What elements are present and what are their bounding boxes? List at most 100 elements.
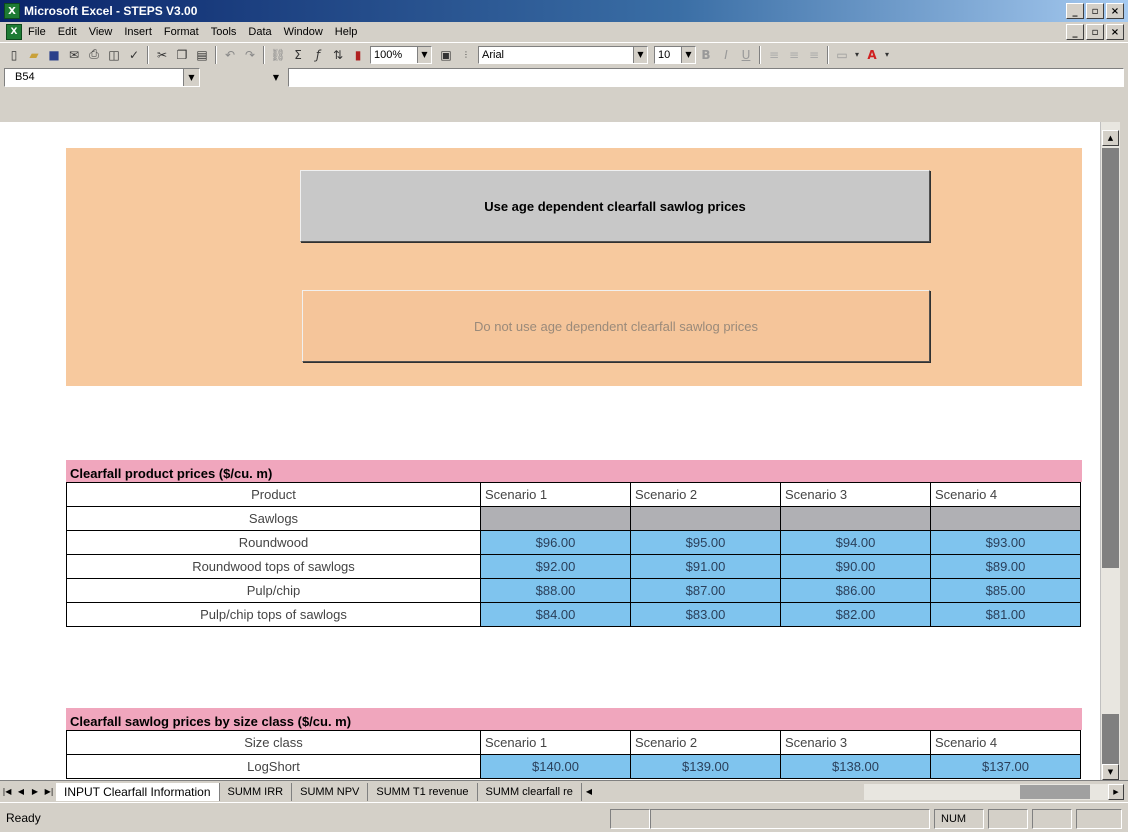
column-header[interactable]: Scenario 4: [930, 730, 1081, 755]
column-header[interactable]: Size class: [66, 730, 481, 755]
column-header[interactable]: Scenario 1: [480, 482, 631, 507]
font-color-icon[interactable]: A: [862, 45, 882, 65]
scroll-right-icon[interactable]: ▶: [1108, 784, 1124, 800]
mail-icon[interactable]: ✉: [64, 45, 84, 65]
menu-data[interactable]: Data: [242, 26, 277, 38]
copy-icon[interactable]: ❐: [172, 45, 192, 65]
zoom-select[interactable]: 100% ▼: [370, 45, 432, 64]
menu-edit[interactable]: Edit: [52, 26, 83, 38]
chevron-down-icon[interactable]: ▼: [268, 68, 284, 87]
help-icon[interactable]: ▣: [436, 45, 456, 65]
scroll-down-icon[interactable]: ▼: [1102, 764, 1119, 780]
price-cell[interactable]: $92.00: [480, 554, 631, 579]
font-size-select[interactable]: 10 ▼: [654, 45, 696, 64]
next-sheet-icon[interactable]: ▶: [28, 784, 42, 800]
price-cell[interactable]: $95.00: [630, 530, 781, 555]
price-cell[interactable]: $88.00: [480, 578, 631, 603]
column-header[interactable]: Product: [66, 482, 481, 507]
row-label[interactable]: Roundwood: [66, 530, 481, 555]
workbook-maximize-button[interactable]: ▫: [1086, 24, 1104, 40]
chevron-down-icon[interactable]: ▼: [183, 68, 199, 86]
maximize-button[interactable]: ▫: [1086, 3, 1104, 19]
print-icon[interactable]: ⎙: [84, 45, 104, 65]
menu-format[interactable]: Format: [158, 26, 205, 38]
close-button[interactable]: ×: [1106, 3, 1124, 19]
menu-help[interactable]: Help: [329, 26, 364, 38]
autosum-icon[interactable]: Σ: [288, 45, 308, 65]
price-cell[interactable]: $139.00: [630, 754, 781, 779]
column-header[interactable]: Scenario 3: [780, 482, 931, 507]
undo-icon[interactable]: ↶: [220, 45, 240, 65]
paste-icon[interactable]: ▤: [192, 45, 212, 65]
vertical-scrollbar[interactable]: ▲ ▼: [1100, 122, 1120, 780]
menu-view[interactable]: View: [83, 26, 119, 38]
workbook-minimize-button[interactable]: _: [1066, 24, 1084, 40]
price-cell[interactable]: $89.00: [930, 554, 1081, 579]
chevron-down-icon[interactable]: ▼: [633, 46, 647, 63]
row-label[interactable]: Roundwood tops of sawlogs: [66, 554, 481, 579]
row-label[interactable]: LogShort: [66, 754, 481, 779]
price-cell[interactable]: [630, 506, 781, 531]
new-document-icon[interactable]: ▯: [4, 45, 24, 65]
save-icon[interactable]: ■: [44, 45, 64, 65]
price-cell[interactable]: [930, 506, 1081, 531]
name-box[interactable]: B54 ▼: [4, 67, 200, 87]
price-cell[interactable]: $94.00: [780, 530, 931, 555]
menu-tools[interactable]: Tools: [205, 26, 243, 38]
price-cell[interactable]: $87.00: [630, 578, 781, 603]
print-preview-icon[interactable]: ◫: [104, 45, 124, 65]
tab-scroll-icon[interactable]: ◀: [582, 784, 596, 800]
price-cell[interactable]: $82.00: [780, 602, 931, 627]
scrollbar-thumb[interactable]: [1102, 148, 1119, 568]
workbook-icon[interactable]: X: [6, 24, 22, 40]
price-cell[interactable]: $84.00: [480, 602, 631, 627]
chevron-down-icon[interactable]: ▾: [852, 45, 862, 65]
row-label[interactable]: Pulp/chip: [66, 578, 481, 603]
chevron-down-icon[interactable]: ▾: [882, 45, 892, 65]
price-cell[interactable]: $90.00: [780, 554, 931, 579]
menu-window[interactable]: Window: [278, 26, 329, 38]
scrollbar-thumb-lower[interactable]: [1102, 714, 1119, 764]
underline-icon[interactable]: U: [736, 45, 756, 65]
first-sheet-icon[interactable]: |◀: [0, 784, 14, 800]
chevron-down-icon[interactable]: ▼: [417, 46, 431, 63]
cut-icon[interactable]: ✂: [152, 45, 172, 65]
italic-icon[interactable]: I: [716, 45, 736, 65]
price-cell[interactable]: $86.00: [780, 578, 931, 603]
column-header[interactable]: Scenario 4: [930, 482, 1081, 507]
toolbar-options-icon[interactable]: ⋮: [456, 45, 476, 65]
horizontal-scrollbar-thumb[interactable]: [1020, 785, 1090, 799]
column-header[interactable]: Scenario 1: [480, 730, 631, 755]
sheet-tab-summ-npv[interactable]: SUMM NPV: [292, 782, 369, 801]
use-age-dependent-prices-button[interactable]: Use age dependent clearfall sawlog price…: [300, 170, 930, 242]
last-sheet-icon[interactable]: ▶|: [42, 784, 56, 800]
minimize-button[interactable]: _: [1066, 3, 1084, 19]
open-folder-icon[interactable]: ▰: [24, 45, 44, 65]
row-label[interactable]: Pulp/chip tops of sawlogs: [66, 602, 481, 627]
align-left-icon[interactable]: ≡: [764, 45, 784, 65]
spelling-icon[interactable]: ✓: [124, 45, 144, 65]
chevron-down-icon[interactable]: ▼: [681, 46, 695, 63]
sheet-tab-summ-clearfall-re[interactable]: SUMM clearfall re: [478, 782, 582, 801]
chart-wizard-icon[interactable]: ▮: [348, 45, 368, 65]
price-cell[interactable]: $93.00: [930, 530, 1081, 555]
formula-input[interactable]: [288, 67, 1124, 87]
function-dropdown[interactable]: ▼: [204, 67, 284, 87]
redo-icon[interactable]: ↷: [240, 45, 260, 65]
worksheet[interactable]: Use age dependent clearfall sawlog price…: [0, 122, 1100, 780]
function-icon[interactable]: ƒ: [308, 45, 328, 65]
excel-app-icon[interactable]: X: [4, 3, 20, 19]
hyperlink-icon[interactable]: ⛓: [268, 45, 288, 65]
sort-ascending-icon[interactable]: ⇅: [328, 45, 348, 65]
menu-insert[interactable]: Insert: [118, 26, 158, 38]
row-label[interactable]: Sawlogs: [66, 506, 481, 531]
price-cell[interactable]: $85.00: [930, 578, 1081, 603]
sheet-tab-summ-t1-revenue[interactable]: SUMM T1 revenue: [368, 782, 478, 801]
price-cell[interactable]: [780, 506, 931, 531]
workbook-close-button[interactable]: ×: [1106, 24, 1124, 40]
price-cell[interactable]: $138.00: [780, 754, 931, 779]
price-cell[interactable]: $83.00: [630, 602, 781, 627]
price-cell[interactable]: $96.00: [480, 530, 631, 555]
align-center-icon[interactable]: ≡: [784, 45, 804, 65]
font-name-select[interactable]: Arial ▼: [478, 45, 648, 64]
